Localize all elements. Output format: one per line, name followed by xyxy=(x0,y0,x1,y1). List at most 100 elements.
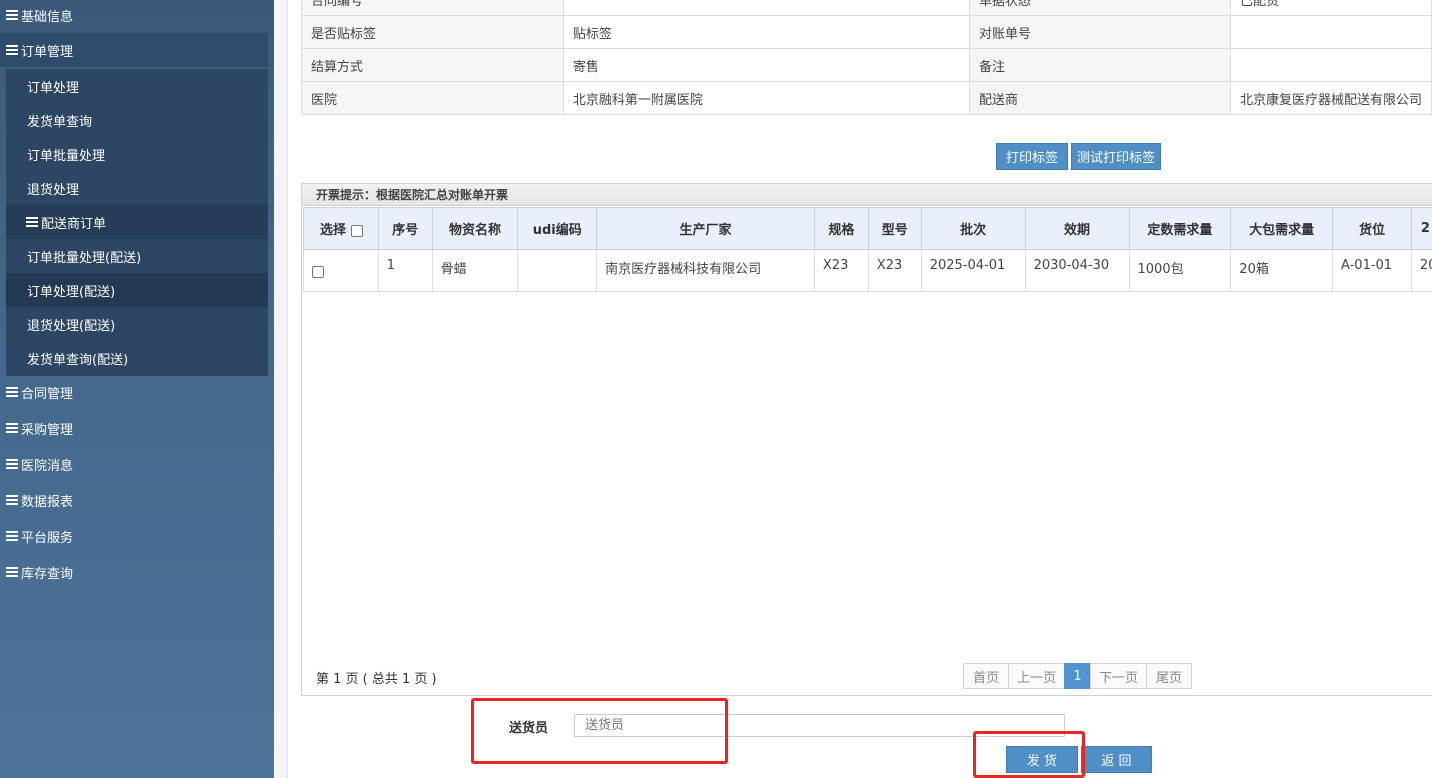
col-header: 2 xyxy=(1410,207,1432,250)
menu-label: 数据报表 xyxy=(21,494,74,510)
sidebar: 基础信息 订单管理 订单处理 发货单查询 订单批量处理 退货处理 配送商订单 订… xyxy=(0,0,274,778)
sidebar-item-order-batch[interactable]: 订单批量处理 xyxy=(6,137,268,171)
info-label: 对账单号 xyxy=(968,15,1231,49)
list-icon xyxy=(6,45,18,55)
table-cell: 20箱 xyxy=(1230,249,1333,292)
sidebar-item-order-processing-delivery[interactable]: 订单处理(配送) xyxy=(6,273,268,307)
info-value: 已配货 xyxy=(1229,0,1432,16)
list-icon xyxy=(6,387,18,397)
back-button[interactable]: 返 回 xyxy=(1081,746,1152,773)
col-header: 货位 xyxy=(1332,207,1412,250)
menu-inventory-query[interactable]: 库存查询 xyxy=(0,555,268,589)
list-icon xyxy=(6,531,18,541)
menu-contract-management[interactable]: 合同管理 xyxy=(0,375,268,409)
grid-header-row: 选择 序号 物资名称 udi编码 生产厂家 规格 型号 批次 效期 定数需求量 … xyxy=(303,207,1432,250)
menu-hospital-messages[interactable]: 医院消息 xyxy=(0,447,268,481)
items-grid: 选择 序号 物资名称 udi编码 生产厂家 规格 型号 批次 效期 定数需求量 … xyxy=(303,207,1432,292)
print-label-button[interactable]: 打印标签 xyxy=(996,143,1068,170)
sub-label: 订单批量处理(配送) xyxy=(27,250,142,266)
main-content: 合同编号 单据状态 已配货 是否贴标签 贴标签 对账单号 结算方式 寄售 备注 … xyxy=(288,0,1432,778)
list-icon xyxy=(26,217,38,227)
menu-purchase-management[interactable]: 采购管理 xyxy=(0,411,268,445)
info-value: 贴标签 xyxy=(562,15,970,49)
ship-button[interactable]: 发 货 xyxy=(1006,746,1078,773)
sub-label: 发货单查询 xyxy=(27,114,93,130)
sub-label: 配送商订单 xyxy=(41,216,107,232)
col-header: 物资名称 xyxy=(431,207,519,250)
last-page-button[interactable]: 尾页 xyxy=(1146,663,1192,689)
col-header: 批次 xyxy=(920,207,1026,250)
info-label: 医院 xyxy=(301,81,564,115)
sub-label: 退货处理(配送) xyxy=(27,318,116,334)
info-row: 合同编号 单据状态 已配货 xyxy=(301,0,1432,16)
current-page-button[interactable]: 1 xyxy=(1064,663,1091,689)
info-value: 北京康复医疗器械配送有限公司 xyxy=(1229,81,1432,115)
table-cell: 2030-04-30 xyxy=(1024,249,1130,292)
info-label: 单据状态 xyxy=(968,0,1231,16)
sidebar-item-return-processing[interactable]: 退货处理 xyxy=(6,171,268,205)
col-select: 选择 xyxy=(303,207,379,250)
menu-data-reports[interactable]: 数据报表 xyxy=(0,483,268,517)
info-label: 结算方式 xyxy=(301,48,564,82)
menu-label: 订单管理 xyxy=(21,44,74,60)
menu-label: 采购管理 xyxy=(21,422,74,438)
menu-platform-services[interactable]: 平台服务 xyxy=(0,519,268,553)
table-cell: A-01-01 xyxy=(1332,249,1412,292)
info-row: 结算方式 寄售 备注 xyxy=(301,48,1432,82)
table-cell: 2025-04-01 xyxy=(920,249,1026,292)
sub-label: 订单批量处理 xyxy=(27,148,106,164)
order-submenu: 订单处理 发货单查询 订单批量处理 退货处理 配送商订单 订单批量处理(配送) … xyxy=(6,69,268,376)
prev-page-button[interactable]: 上一页 xyxy=(1008,663,1065,689)
select-all-checkbox[interactable] xyxy=(350,224,363,237)
pager-info: 第 1 页 ( 总共 1 页 ) xyxy=(316,672,437,687)
info-value: 北京融科第一附属医院 xyxy=(562,81,970,115)
info-row: 医院 北京融科第一附属医院 配送商 北京康复医疗器械配送有限公司 xyxy=(301,81,1432,115)
sidebar-item-order-batch-delivery[interactable]: 订单批量处理(配送) xyxy=(6,239,268,273)
info-value xyxy=(562,0,970,16)
menu-label: 基础信息 xyxy=(21,9,74,25)
sidebar-item-shipment-query-delivery[interactable]: 发货单查询(配送) xyxy=(6,341,268,375)
col-header: 型号 xyxy=(867,207,922,250)
sidebar-item-order-processing[interactable]: 订单处理 xyxy=(6,69,268,103)
info-label: 合同编号 xyxy=(301,0,564,16)
first-page-button[interactable]: 首页 xyxy=(963,663,1009,689)
table-cell: 骨蜡 xyxy=(431,249,519,292)
sidebar-divider xyxy=(274,0,288,778)
sub-label: 订单处理 xyxy=(27,80,80,96)
col-header: 序号 xyxy=(377,207,433,250)
menu-order-management[interactable]: 订单管理 xyxy=(0,33,268,67)
table-row[interactable]: 1 骨蜡 南京医疗器械科技有限公司 X23 X23 2025-04-01 203… xyxy=(303,249,1432,292)
col-header: 大包需求量 xyxy=(1230,207,1333,250)
table-cell: 1000包 xyxy=(1128,249,1232,292)
menu-basic-info[interactable]: 基础信息 xyxy=(0,0,268,32)
list-icon xyxy=(6,423,18,433)
row-checkbox[interactable] xyxy=(312,265,324,278)
col-select-label: 选择 xyxy=(320,223,347,238)
list-icon xyxy=(6,459,18,469)
col-header: udi编码 xyxy=(517,207,598,250)
table-cell: X23 xyxy=(813,249,869,292)
menu-label: 合同管理 xyxy=(21,386,74,402)
next-page-button[interactable]: 下一页 xyxy=(1090,663,1147,689)
sub-label: 退货处理 xyxy=(27,182,80,198)
table-cell: 20 xyxy=(1410,249,1432,292)
table-cell: X23 xyxy=(867,249,922,292)
sidebar-item-distributor-orders[interactable]: 配送商订单 xyxy=(6,205,268,239)
col-header: 生产厂家 xyxy=(596,207,815,250)
info-value xyxy=(1229,48,1432,82)
order-info-table: 合同编号 单据状态 已配货 是否贴标签 贴标签 对账单号 结算方式 寄售 备注 … xyxy=(301,0,1432,115)
table-cell: 南京医疗器械科技有限公司 xyxy=(596,249,815,292)
delivery-person-input[interactable] xyxy=(574,714,1065,737)
col-header: 规格 xyxy=(813,207,869,250)
row-select-cell xyxy=(303,249,379,292)
sidebar-item-return-processing-delivery[interactable]: 退货处理(配送) xyxy=(6,307,268,341)
col-header: 效期 xyxy=(1024,207,1130,250)
sidebar-item-shipment-query[interactable]: 发货单查询 xyxy=(6,103,268,137)
col-header: 定数需求量 xyxy=(1128,207,1232,250)
list-icon xyxy=(6,495,18,505)
test-print-label-button[interactable]: 测试打印标签 xyxy=(1071,143,1161,170)
pagination: 首页 上一页 1 下一页 尾页 xyxy=(963,663,1192,689)
delivery-person-label: 送货员 xyxy=(509,721,549,736)
info-label: 配送商 xyxy=(968,81,1231,115)
sub-label: 发货单查询(配送) xyxy=(27,352,129,368)
